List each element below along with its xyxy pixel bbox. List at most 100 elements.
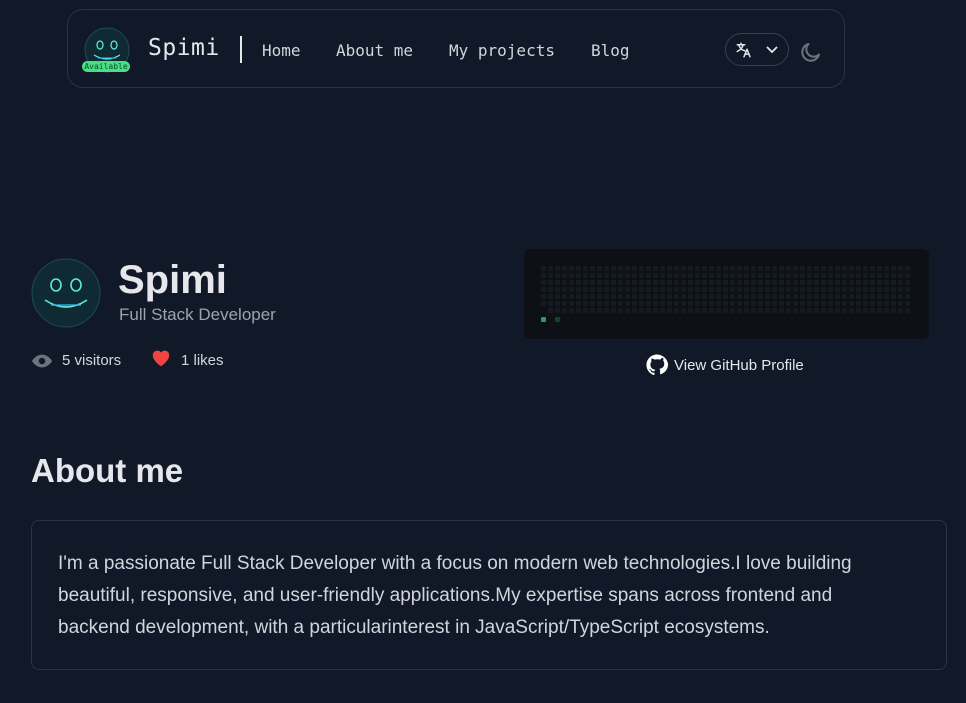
contribution-cell [758,266,763,271]
contribution-cell [618,308,623,313]
contribution-cell [870,280,875,285]
contribution-cell [765,280,770,285]
contribution-cell [870,308,875,313]
contribution-cell [863,273,868,278]
contribution-cell [849,287,854,292]
contribution-cell [660,273,665,278]
nav-link-about[interactable]: About me [336,41,413,60]
contribution-cell [625,280,630,285]
contribution-cell [625,266,630,271]
contribution-cell [562,294,567,299]
contribution-cell [590,287,595,292]
contribution-cell [583,266,588,271]
contribution-cell [898,308,903,313]
contribution-cell [541,301,546,306]
contribution-cell [786,287,791,292]
contribution-cell [870,287,875,292]
contribution-cell [611,301,616,306]
contribution-cell [730,280,735,285]
contribution-cell [674,287,679,292]
contribution-cell [604,308,609,313]
contribution-cell [828,287,833,292]
contribution-cell [905,280,910,285]
contribution-cell [709,280,714,285]
contribution-cell [674,273,679,278]
contribution-cell [695,308,700,313]
contribution-cell [618,294,623,299]
contribution-cell [716,273,721,278]
contribution-cell [821,301,826,306]
contribution-cell [548,280,553,285]
contribution-cell [611,308,616,313]
contribution-cell [730,301,735,306]
contribution-cell [849,301,854,306]
nav-link-blog[interactable]: Blog [591,41,630,60]
contribution-cell [765,294,770,299]
contribution-cell [548,273,553,278]
contribution-cell [597,294,602,299]
contribution-cell [737,308,742,313]
contribution-cell [583,301,588,306]
contribution-cell [625,301,630,306]
contribution-cell [625,294,630,299]
visitor-count: 5 visitors [62,352,122,369]
contribution-cell [653,287,658,292]
contribution-cell [562,301,567,306]
contribution-cell [849,308,854,313]
contribution-cell [821,287,826,292]
contribution-cell [905,287,910,292]
heart-icon[interactable] [150,347,172,369]
contribution-cell [590,301,595,306]
brand-name[interactable]: Spimi [148,35,220,61]
contribution-grid [541,266,910,322]
contribution-cell [709,266,714,271]
contribution-cell [779,266,784,271]
contribution-cell [807,266,812,271]
nav-link-projects[interactable]: My projects [449,41,555,60]
contribution-cell [660,280,665,285]
contribution-cell [877,301,882,306]
contribution-cell [751,287,756,292]
language-switcher[interactable] [725,33,789,66]
contribution-cell [625,273,630,278]
contribution-cell [681,287,686,292]
contribution-cell [842,287,847,292]
contribution-cell [716,266,721,271]
contribution-cell [877,273,882,278]
contribution-cell [548,308,553,313]
contribution-cell [548,266,553,271]
contribution-cell [905,273,910,278]
nav-link-home[interactable]: Home [262,41,301,60]
contribution-cell [702,287,707,292]
contribution-cell [569,266,574,271]
contribution-cell [744,308,749,313]
contribution-cell [548,301,553,306]
contribution-cell [842,308,847,313]
contribution-cell [744,287,749,292]
contribution-cell [800,294,805,299]
contribution-cell [618,301,623,306]
contribution-cell [555,273,560,278]
contribution-cell [849,280,854,285]
contribution-cell [702,301,707,306]
contribution-cell [632,266,637,271]
contribution-cell [772,301,777,306]
contribution-cell [793,301,798,306]
moon-icon[interactable] [799,40,823,64]
contribution-cell [800,308,805,313]
contribution-cell [632,308,637,313]
contribution-cell [562,280,567,285]
contribution-cell [688,294,693,299]
contribution-cell [884,280,889,285]
contribution-cell [870,301,875,306]
contribution-cell [814,273,819,278]
contribution-cell [856,273,861,278]
contribution-cell [618,287,623,292]
contribution-cell [863,280,868,285]
contribution-cell [681,273,686,278]
contribution-cell [765,287,770,292]
contribution-cell [905,308,910,313]
contribution-cell [737,287,742,292]
contribution-cell [548,287,553,292]
contribution-cell [632,287,637,292]
